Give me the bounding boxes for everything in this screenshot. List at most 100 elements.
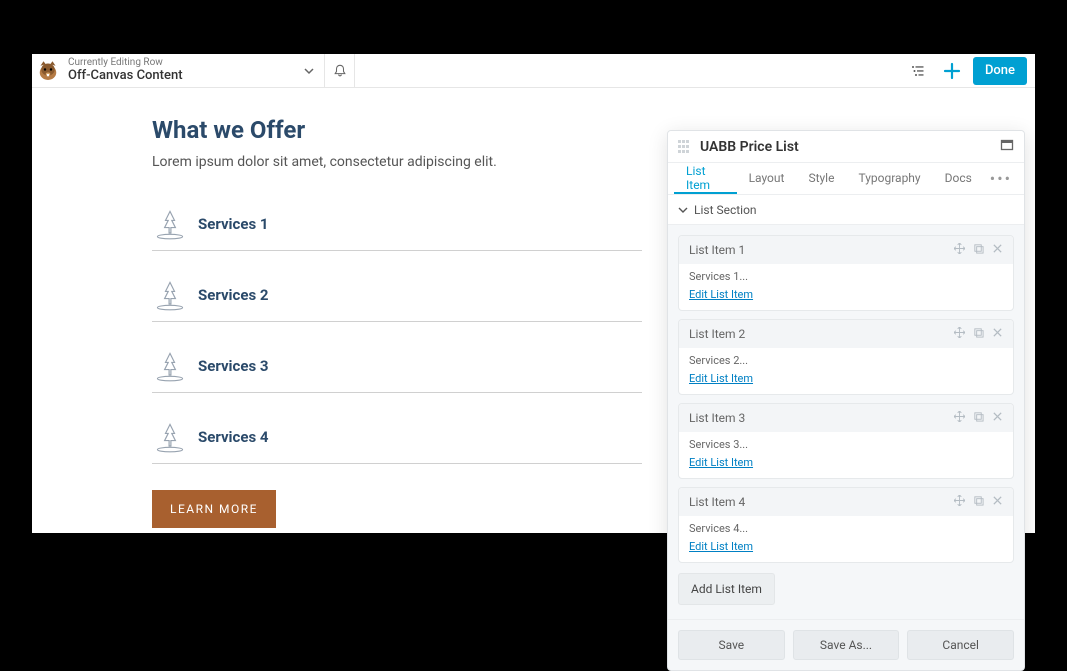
repeater-item-title: List Item 3 — [689, 411, 954, 425]
list-item-label: Services 4 — [198, 428, 268, 446]
items-area: List Item 1 Services 1... Edit List Item — [668, 225, 1024, 573]
list-item[interactable]: Services 1 — [152, 198, 642, 251]
duplicate-item-button[interactable] — [973, 327, 984, 341]
move-item-button[interactable] — [954, 411, 965, 425]
topbar-actions: Done — [901, 54, 1035, 87]
tab-overflow-button[interactable]: ••• — [984, 169, 1018, 188]
list-item[interactable]: Services 3 — [152, 340, 642, 393]
abstract-person-icon — [152, 206, 188, 242]
repeater-item: List Item 3 Services 3... Edit List Item — [678, 403, 1014, 479]
duplicate-icon — [973, 243, 984, 254]
repeater-item-summary: Services 1... — [689, 270, 1003, 283]
repeater-item-actions — [954, 411, 1003, 425]
delete-item-button[interactable] — [992, 327, 1003, 341]
edit-item-link[interactable]: Edit List Item — [689, 456, 753, 469]
duplicate-item-button[interactable] — [973, 411, 984, 425]
duplicate-icon — [973, 411, 984, 422]
panel-header: UABB Price List — [668, 131, 1024, 163]
divider — [354, 54, 355, 87]
repeater-item-title: List Item 2 — [689, 327, 954, 341]
close-icon — [992, 327, 1003, 338]
repeater-item-body: Services 2... Edit List Item — [679, 348, 1013, 394]
duplicate-icon — [973, 495, 984, 506]
move-item-button[interactable] — [954, 495, 965, 509]
module-settings-panel: UABB Price List List Item Layout Style T… — [667, 130, 1025, 671]
list-item[interactable]: Services 2 — [152, 269, 642, 322]
repeater-item-header[interactable]: List Item 4 — [679, 488, 1013, 516]
repeater-item-summary: Services 3... — [689, 438, 1003, 451]
editing-context[interactable]: Currently Editing Row Off-Canvas Content — [64, 57, 294, 84]
close-icon — [992, 411, 1003, 422]
repeater-item-actions — [954, 243, 1003, 257]
outline-button[interactable] — [901, 54, 935, 88]
move-icon — [954, 495, 965, 506]
abstract-person-icon — [152, 419, 188, 455]
editing-context-dropdown[interactable] — [294, 65, 324, 77]
repeater-item-actions — [954, 327, 1003, 341]
delete-item-button[interactable] — [992, 243, 1003, 257]
editing-context-title: Off-Canvas Content — [68, 68, 286, 84]
panel-footer: Save Save As... Cancel — [668, 619, 1024, 670]
delete-item-button[interactable] — [992, 495, 1003, 509]
tab-layout[interactable]: Layout — [737, 163, 797, 194]
drag-handle[interactable] — [678, 140, 692, 154]
section-label: List Section — [694, 203, 757, 217]
bell-icon — [333, 64, 347, 78]
abstract-person-icon — [152, 348, 188, 384]
repeater-item: List Item 4 Services 4... Edit List Item — [678, 487, 1014, 563]
move-icon — [954, 411, 965, 422]
repeater-item-body: Services 3... Edit List Item — [679, 432, 1013, 478]
section-toggle[interactable]: List Section — [668, 195, 1024, 225]
list-item-label: Services 1 — [198, 215, 268, 233]
outline-icon — [910, 63, 926, 79]
close-icon — [992, 243, 1003, 254]
notifications-button[interactable] — [324, 54, 354, 87]
list-item-label: Services 3 — [198, 357, 268, 375]
repeater-item: List Item 1 Services 1... Edit List Item — [678, 235, 1014, 311]
cancel-button[interactable]: Cancel — [907, 630, 1014, 660]
delete-item-button[interactable] — [992, 411, 1003, 425]
panel-tabs: List Item Layout Style Typography Docs •… — [668, 163, 1024, 195]
repeater-item-summary: Services 4... — [689, 522, 1003, 535]
repeater-item-header[interactable]: List Item 3 — [679, 404, 1013, 432]
add-content-button[interactable] — [935, 54, 969, 88]
tab-typography[interactable]: Typography — [846, 163, 932, 194]
chevron-down-icon — [678, 205, 688, 215]
move-icon — [954, 243, 965, 254]
duplicate-item-button[interactable] — [973, 243, 984, 257]
chevron-down-icon — [303, 65, 315, 77]
app-logo — [32, 54, 64, 88]
move-item-button[interactable] — [954, 327, 965, 341]
duplicate-item-button[interactable] — [973, 495, 984, 509]
edit-item-link[interactable]: Edit List Item — [689, 288, 753, 301]
learn-more-button[interactable]: LEARN MORE — [152, 490, 276, 528]
beaver-logo-icon — [36, 59, 60, 83]
add-list-item-button[interactable]: Add List Item — [678, 573, 775, 605]
repeater-item-header[interactable]: List Item 1 — [679, 236, 1013, 264]
resize-corner-mark[interactable] — [667, 658, 680, 671]
edit-item-link[interactable]: Edit List Item — [689, 540, 753, 553]
repeater-item-body: Services 1... Edit List Item — [679, 264, 1013, 310]
done-button[interactable]: Done — [973, 57, 1027, 85]
repeater-item-body: Services 4... Edit List Item — [679, 516, 1013, 562]
repeater-item-title: List Item 1 — [689, 243, 954, 257]
editing-context-label: Currently Editing Row — [68, 57, 286, 68]
duplicate-icon — [973, 327, 984, 338]
repeater-item: List Item 2 Services 2... Edit List Item — [678, 319, 1014, 395]
move-icon — [954, 327, 965, 338]
edit-item-link[interactable]: Edit List Item — [689, 372, 753, 385]
abstract-person-icon — [152, 277, 188, 313]
window-icon — [1000, 138, 1014, 152]
repeater-item-header[interactable]: List Item 2 — [679, 320, 1013, 348]
panel-expand-button[interactable] — [1000, 137, 1014, 156]
move-item-button[interactable] — [954, 243, 965, 257]
tab-docs[interactable]: Docs — [933, 163, 984, 194]
panel-title: UABB Price List — [700, 139, 1000, 155]
list-item[interactable]: Services 4 — [152, 411, 642, 464]
tab-style[interactable]: Style — [796, 163, 846, 194]
save-button[interactable]: Save — [678, 630, 785, 660]
topbar: Currently Editing Row Off-Canvas Content… — [32, 54, 1035, 88]
tab-list-item[interactable]: List Item — [674, 163, 737, 194]
list-item-label: Services 2 — [198, 286, 268, 304]
save-as-button[interactable]: Save As... — [793, 630, 900, 660]
